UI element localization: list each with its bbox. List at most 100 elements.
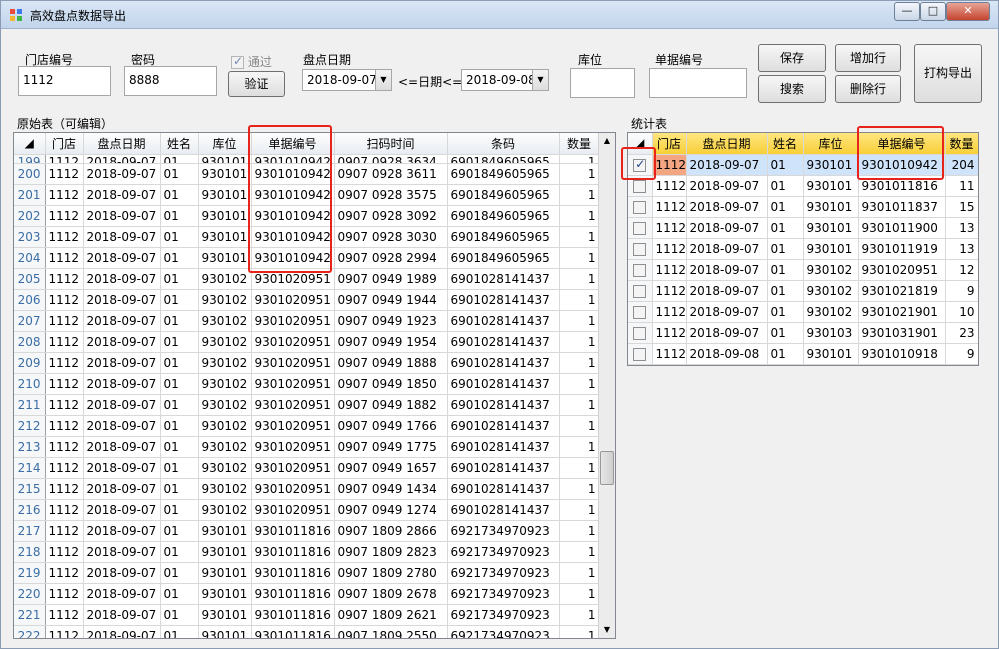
table-cell[interactable]: 930101 xyxy=(198,163,252,185)
table-cell[interactable]: 1 xyxy=(559,163,600,185)
table-cell[interactable]: 6901849605965 xyxy=(447,247,560,269)
table-cell[interactable]: 9301020951 xyxy=(251,415,335,437)
table-cell[interactable]: 2018-09-07 xyxy=(83,625,161,638)
table-cell[interactable]: 930101 xyxy=(198,625,252,638)
table-row[interactable]: 1112 2018-09-07 01 930102 9301020951 12 xyxy=(628,259,978,281)
table-cell[interactable]: 01 xyxy=(160,583,199,605)
table-cell[interactable]: 01 xyxy=(767,301,804,323)
table-cell[interactable]: 9301010918 xyxy=(858,343,946,365)
table-cell[interactable]: 01 xyxy=(160,373,199,395)
table-row[interactable]: 214 1112 2018-09-07 01 930102 9301020951 0907 … xyxy=(14,457,600,479)
scroll-up-arrow-icon[interactable]: ▲ xyxy=(599,133,615,149)
table-cell[interactable]: 2018-09-07 xyxy=(83,310,161,332)
doc-input[interactable] xyxy=(649,68,747,98)
table-cell[interactable]: 1112 xyxy=(45,184,84,206)
table-cell[interactable]: 1112 xyxy=(45,562,84,584)
table-cell[interactable]: 1 xyxy=(559,352,600,374)
table-cell[interactable]: 9301021901 xyxy=(858,301,946,323)
date-to-picker[interactable]: 2018-09-08 ▼ xyxy=(461,69,549,91)
table-cell[interactable]: 0907 1809 2678 xyxy=(334,583,448,605)
table-cell[interactable]: 0907 1809 2550 xyxy=(334,625,448,638)
table-cell[interactable]: 01 xyxy=(160,184,199,206)
table-cell[interactable]: 1112 xyxy=(45,331,84,353)
table-cell[interactable]: 9301020951 xyxy=(251,499,335,521)
dropdown-arrow-icon[interactable]: ▼ xyxy=(375,70,391,90)
left-scrollbar[interactable]: ▲ ▼ xyxy=(598,133,615,638)
search-button[interactable]: 搜索 xyxy=(758,75,826,103)
table-cell[interactable]: 1112 xyxy=(652,154,687,176)
table-cell[interactable]: 2018-09-07 xyxy=(83,373,161,395)
table-cell[interactable]: 2018-09-07 xyxy=(686,259,768,281)
table-cell[interactable]: 6901028141437 xyxy=(447,499,560,521)
scroll-down-arrow-icon[interactable]: ▼ xyxy=(599,622,615,638)
table-cell[interactable]: 930101 xyxy=(198,583,252,605)
table-cell[interactable]: 9301011816 xyxy=(251,583,335,605)
table-cell[interactable]: 0907 0949 1882 xyxy=(334,394,448,416)
table-cell[interactable]: 01 xyxy=(160,604,199,626)
table-cell[interactable]: 9301011816 xyxy=(251,520,335,542)
table-cell[interactable]: 1 xyxy=(559,499,600,521)
table-row[interactable]: 1112 2018-09-07 01 930101 9301011837 15 xyxy=(628,196,978,218)
table-cell[interactable]: 1 xyxy=(559,184,600,206)
table-cell[interactable]: 1 xyxy=(559,478,600,500)
table-cell[interactable]: 9301011900 xyxy=(858,217,946,239)
table-cell[interactable]: 9301020951 xyxy=(251,394,335,416)
table-cell[interactable]: 6901849605965 xyxy=(447,163,560,185)
table-cell[interactable]: 2018-09-07 xyxy=(686,301,768,323)
table-cell[interactable]: 2018-09-07 xyxy=(83,457,161,479)
table-cell[interactable]: 1 xyxy=(559,583,600,605)
table-cell[interactable]: 0907 0928 3611 xyxy=(334,163,448,185)
table-cell[interactable]: 1 xyxy=(559,415,600,437)
table-cell[interactable]: 01 xyxy=(160,268,199,290)
table-cell[interactable]: 01 xyxy=(160,457,199,479)
table-cell[interactable]: 1 xyxy=(559,604,600,626)
row-checkbox[interactable] xyxy=(633,263,647,277)
table-cell[interactable]: 1112 xyxy=(45,205,84,227)
table-row[interactable]: 219 1112 2018-09-07 01 930101 9301011816 0907 … xyxy=(14,562,600,584)
table-cell[interactable]: 930102 xyxy=(198,331,252,353)
table-cell[interactable]: 930102 xyxy=(803,301,859,323)
table-cell[interactable]: 1112 xyxy=(45,436,84,458)
table-cell[interactable]: 1112 xyxy=(652,322,687,344)
table-cell[interactable]: 2018-09-07 xyxy=(83,205,161,227)
save-button[interactable]: 保存 xyxy=(758,44,826,72)
table-cell[interactable]: 01 xyxy=(160,520,199,542)
table-cell[interactable]: 930101 xyxy=(198,562,252,584)
table-cell[interactable]: 1112 xyxy=(652,217,687,239)
table-row[interactable]: 217 1112 2018-09-07 01 930101 9301011816 0907 … xyxy=(14,520,600,542)
column-header[interactable]: 库位 xyxy=(803,133,859,155)
table-row[interactable]: 1112 2018-09-07 01 930103 9301031901 23 xyxy=(628,322,978,344)
store-input[interactable]: 1112 xyxy=(18,66,111,96)
table-cell[interactable]: 0907 0949 1989 xyxy=(334,268,448,290)
table-cell[interactable]: 0907 0949 1274 xyxy=(334,499,448,521)
table-row[interactable]: 1112 2018-09-08 01 930101 9301010918 9 xyxy=(628,343,978,365)
table-cell[interactable]: 10 xyxy=(945,301,978,323)
table-cell[interactable]: 01 xyxy=(160,154,199,164)
table-cell[interactable]: 1112 xyxy=(652,301,687,323)
table-cell[interactable]: 11 xyxy=(945,175,978,197)
table-row[interactable]: 212 1112 2018-09-07 01 930102 9301020951 0907 … xyxy=(14,415,600,437)
table-cell[interactable]: 930103 xyxy=(803,322,859,344)
row-checkbox[interactable] xyxy=(633,347,647,361)
table-cell[interactable]: 1 xyxy=(559,541,600,563)
table-cell[interactable]: 930101 xyxy=(198,247,252,269)
table-cell[interactable]: 930102 xyxy=(198,457,252,479)
table-cell[interactable]: 1112 xyxy=(45,541,84,563)
table-cell[interactable]: 6901028141437 xyxy=(447,415,560,437)
row-select-cell[interactable] xyxy=(628,322,653,344)
table-cell[interactable]: 01 xyxy=(767,238,804,260)
add-row-button[interactable]: 增加行 xyxy=(835,44,901,72)
table-cell[interactable]: 0907 0928 3575 xyxy=(334,184,448,206)
table-cell[interactable]: 2018-09-07 xyxy=(83,331,161,353)
table-row[interactable]: 208 1112 2018-09-07 01 930102 9301020951 0907 … xyxy=(14,331,600,353)
table-cell[interactable]: 930102 xyxy=(198,310,252,332)
table-cell[interactable]: 6921734970923 xyxy=(447,562,560,584)
table-cell[interactable]: 1112 xyxy=(45,625,84,638)
table-cell[interactable]: 01 xyxy=(767,196,804,218)
table-cell[interactable]: 01 xyxy=(160,205,199,227)
table-cell[interactable]: 9301020951 xyxy=(858,259,946,281)
column-header[interactable]: 数量 xyxy=(945,133,978,155)
table-cell[interactable]: 2018-09-07 xyxy=(83,478,161,500)
table-cell[interactable]: 2018-09-07 xyxy=(83,562,161,584)
table-row[interactable]: 1112 2018-09-07 01 930102 9301021901 10 xyxy=(628,301,978,323)
